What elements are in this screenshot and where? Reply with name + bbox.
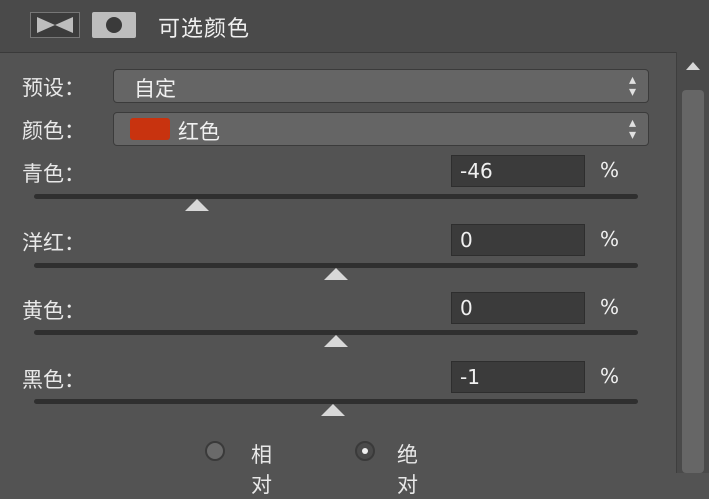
slider-track[interactable] <box>34 194 638 199</box>
slider-thumb[interactable] <box>324 268 348 280</box>
magenta-input[interactable]: 0 <box>451 224 585 256</box>
preset-label: 预设： <box>22 76 85 100</box>
scrollbar-thumb[interactable] <box>682 90 704 473</box>
input-value: -46 <box>460 159 493 183</box>
slider-label: 黄色： <box>22 299 85 323</box>
slider-thumb[interactable] <box>324 335 348 347</box>
slider-label: 黑色： <box>22 368 85 392</box>
adjustment-layer-icon[interactable] <box>30 12 80 38</box>
slider-label: 洋红： <box>22 231 85 255</box>
panel-title: 可选颜色 <box>158 17 251 42</box>
panel-header: 可选颜色 <box>0 0 709 53</box>
input-value: 0 <box>460 296 473 320</box>
input-value: -1 <box>460 365 480 389</box>
absolute-label: 绝对 <box>397 443 418 497</box>
input-value: 0 <box>460 228 473 252</box>
color-value: 红色 <box>178 120 220 144</box>
percent-sign: % <box>600 295 620 319</box>
yellow-input[interactable]: 0 <box>451 292 585 324</box>
preset-select[interactable]: 自定 ▴ ▾ <box>113 69 649 103</box>
absolute-radio[interactable] <box>355 441 375 461</box>
scroll-up-icon[interactable] <box>686 62 700 70</box>
percent-sign: % <box>600 364 620 388</box>
black-input[interactable]: -1 <box>451 361 585 393</box>
preset-value: 自定 <box>134 77 176 101</box>
relative-label: 相对 <box>251 443 272 497</box>
select-arrows-icon: ▴ ▾ <box>628 115 636 143</box>
percent-sign: % <box>600 227 620 251</box>
slider-thumb[interactable] <box>185 199 210 211</box>
relative-radio[interactable] <box>205 441 225 461</box>
color-label: 颜色： <box>22 119 85 143</box>
cyan-input[interactable]: -46 <box>451 155 585 187</box>
slider-label: 青色： <box>22 162 85 186</box>
color-swatch <box>130 118 170 140</box>
color-select[interactable]: 红色 ▴ ▾ <box>113 112 649 146</box>
slider-thumb[interactable] <box>320 404 345 416</box>
scrollbar[interactable] <box>676 52 709 473</box>
layer-mask-icon[interactable] <box>92 12 136 38</box>
percent-sign: % <box>600 158 620 182</box>
select-arrows-icon: ▴ ▾ <box>628 72 636 100</box>
